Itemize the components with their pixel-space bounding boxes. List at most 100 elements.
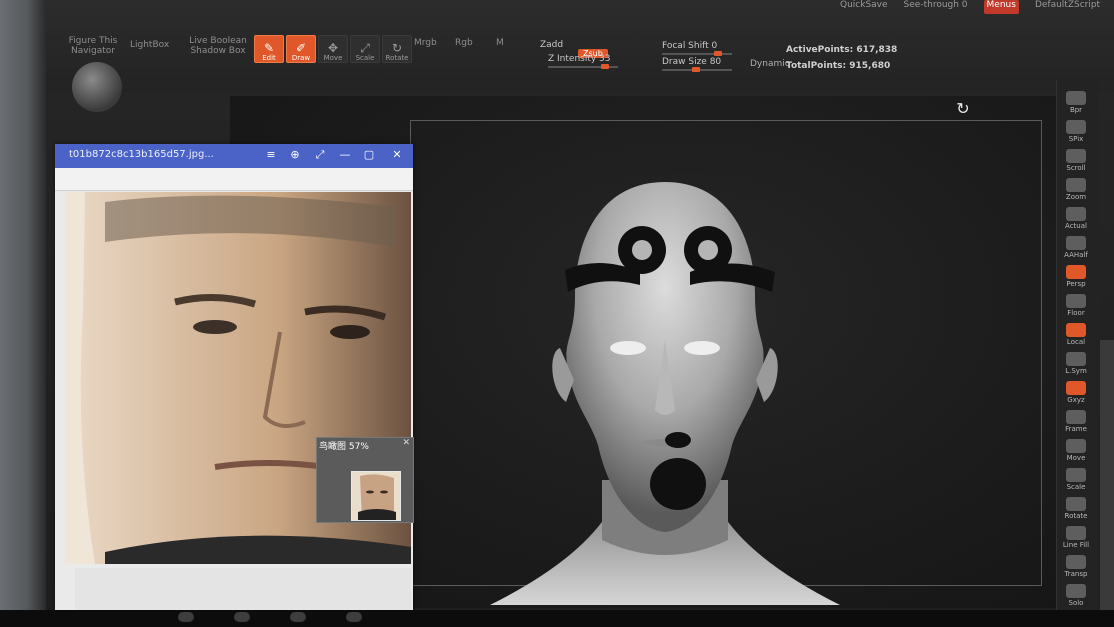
rgb-button[interactable]: Rgb xyxy=(455,38,473,48)
shelf-floor-icon xyxy=(1066,294,1086,308)
shelf-line-fill-icon xyxy=(1066,526,1086,540)
live-boolean-button[interactable]: Live Boolean Shadow Box xyxy=(188,36,248,56)
shelf-scroll-icon xyxy=(1066,149,1086,163)
shelf-gxyz-icon xyxy=(1066,381,1086,395)
shelf-rotate-icon xyxy=(1066,497,1086,511)
shelf-zoom-button[interactable]: Zoom xyxy=(1058,171,1094,201)
tool-label: Move xyxy=(323,54,343,62)
taskbar-icon[interactable] xyxy=(346,612,362,622)
menus-toggle[interactable]: Menus xyxy=(983,0,1019,14)
navigator-popup[interactable]: 鸟瞰图 57% ✕ xyxy=(316,437,414,523)
image-viewer-window[interactable]: t01b872c8c13b165d57.jpg... ≡ ⊕ ⤢ — ▢ ✕ xyxy=(55,144,413,612)
rotate-view-icon[interactable]: ↻ xyxy=(954,100,972,118)
focal-shift-slider[interactable]: Focal Shift 0 xyxy=(662,41,732,56)
see-through-slider[interactable]: See-through 0 xyxy=(904,0,968,14)
z-intensity-label: Z Intensity 33 xyxy=(548,54,611,64)
fullscreen-icon[interactable]: ⤢ xyxy=(312,148,328,162)
shelf-floor-button[interactable]: Floor xyxy=(1058,287,1094,317)
active-points-readout: ActivePoints: 617,838 xyxy=(786,45,898,55)
lightbox-button[interactable]: LightBox xyxy=(130,40,169,50)
navigator-zoom-label: 鸟瞰图 57% xyxy=(319,442,369,452)
shelf-local-icon xyxy=(1066,323,1086,337)
focal-shift-knob[interactable] xyxy=(714,51,722,56)
shelf-solo-icon xyxy=(1066,584,1086,598)
projection-master-button[interactable]: Figure This Navigator xyxy=(68,36,118,56)
shelf-scale-icon xyxy=(1066,468,1086,482)
sculpted-head-model[interactable] xyxy=(490,180,840,610)
side-panel-edge xyxy=(1100,340,1114,610)
shelf-transp-icon xyxy=(1066,555,1086,569)
shelf-l-sym-button[interactable]: L.Sym xyxy=(1058,345,1094,375)
draw-icon: ✐ xyxy=(295,41,307,55)
shelf-transp-button[interactable]: Transp xyxy=(1058,548,1094,578)
shelf-bpr-icon xyxy=(1066,91,1086,105)
viewer-titlebar[interactable]: t01b872c8c13b165d57.jpg... ≡ ⊕ ⤢ — ▢ ✕ xyxy=(55,144,413,168)
viewer-toolbar xyxy=(55,168,413,191)
menu-icon[interactable]: ≡ xyxy=(263,148,279,161)
material-sphere-icon[interactable] xyxy=(72,62,122,112)
shelf-frame-icon xyxy=(1066,410,1086,424)
shelf-persp-icon xyxy=(1066,265,1086,279)
tool-draw-button[interactable]: ✐ Draw xyxy=(286,35,316,63)
tool-label: Draw xyxy=(291,54,311,62)
quicksave-button[interactable]: QuickSave xyxy=(840,0,888,14)
monitor-bezel xyxy=(0,0,46,627)
viewer-status-area xyxy=(75,568,411,610)
shelf-move-button[interactable]: Move xyxy=(1058,432,1094,462)
shelf-bpr-button[interactable]: Bpr xyxy=(1058,84,1094,114)
tool-rotate-button[interactable]: ↻ Rotate xyxy=(382,35,412,63)
shelf-spix-icon xyxy=(1066,120,1086,134)
navigator-close-icon[interactable]: ✕ xyxy=(402,438,410,448)
taskbar-icon[interactable] xyxy=(234,612,250,622)
menu-strip: QuickSave See-through 0 Menus DefaultZSc… xyxy=(840,0,1100,14)
shelf-spix-button[interactable]: SPix xyxy=(1058,113,1094,143)
shelf-local-button[interactable]: Local xyxy=(1058,316,1094,346)
focal-shift-label: Focal Shift 0 xyxy=(662,41,718,51)
navigator-label: Navigator xyxy=(70,46,116,56)
close-icon[interactable]: ✕ xyxy=(389,148,405,161)
mrgb-button[interactable]: Mrgb xyxy=(414,38,437,48)
shelf-scroll-button[interactable]: Scroll xyxy=(1058,142,1094,172)
z-intensity-knob[interactable] xyxy=(601,64,609,69)
draw-size-slider[interactable]: Draw Size 80 xyxy=(662,57,732,72)
globe-icon[interactable]: ⊕ xyxy=(287,148,303,161)
rotate-icon: ↻ xyxy=(391,41,403,55)
shelf-actual-button[interactable]: Actual xyxy=(1058,200,1094,230)
shelf-scale-button[interactable]: Scale xyxy=(1058,461,1094,491)
tool-label: Rotate xyxy=(385,54,409,62)
shelf-aahalf-button[interactable]: AAHalf xyxy=(1058,229,1094,259)
default-zscript-button[interactable]: DefaultZScript xyxy=(1035,0,1100,14)
minimize-icon[interactable]: — xyxy=(337,148,353,161)
tool-label: Scale xyxy=(355,54,375,62)
zadd-button[interactable]: Zadd xyxy=(540,40,563,50)
shelf-move-icon xyxy=(1066,439,1086,453)
projection-master-label: Figure This xyxy=(68,36,118,46)
shelf-persp-button[interactable]: Persp xyxy=(1058,258,1094,288)
shelf-frame-button[interactable]: Frame xyxy=(1058,403,1094,433)
taskbar-icon[interactable] xyxy=(178,612,194,622)
draw-size-label: Draw Size 80 xyxy=(662,57,722,67)
tool-move-button[interactable]: ✥ Move xyxy=(318,35,348,63)
move-icon: ✥ xyxy=(327,41,339,55)
taskbar-icon[interactable] xyxy=(290,612,306,622)
tool-label: Edit xyxy=(262,54,276,62)
shelf-line-fill-button[interactable]: Line Fill xyxy=(1058,519,1094,549)
shelf-l-sym-icon xyxy=(1066,352,1086,366)
shelf-label: Solo xyxy=(1068,599,1084,607)
tool-edit-button[interactable]: ✎ Edit xyxy=(254,35,284,63)
maximize-icon[interactable]: ▢ xyxy=(361,148,377,161)
dynamic-toggle[interactable]: Dynamic xyxy=(750,59,790,69)
monitor-bottom-bezel xyxy=(0,610,1114,627)
m-button[interactable]: M xyxy=(496,38,504,48)
z-intensity-slider[interactable]: Z Intensity 33 xyxy=(548,54,618,69)
shelf-gxyz-button[interactable]: Gxyz xyxy=(1058,374,1094,404)
edit-icon: ✎ xyxy=(263,41,275,55)
shelf-solo-button[interactable]: Solo xyxy=(1058,577,1094,607)
draw-size-knob[interactable] xyxy=(692,67,700,72)
navigator-thumbnail[interactable] xyxy=(351,471,401,521)
tool-scale-button[interactable]: ⤢ Scale xyxy=(350,35,380,63)
scale-icon: ⤢ xyxy=(360,41,370,55)
shelf-rotate-button[interactable]: Rotate xyxy=(1058,490,1094,520)
shelf-aahalf-icon xyxy=(1066,236,1086,250)
live-boolean-label: Live Boolean xyxy=(189,36,247,46)
